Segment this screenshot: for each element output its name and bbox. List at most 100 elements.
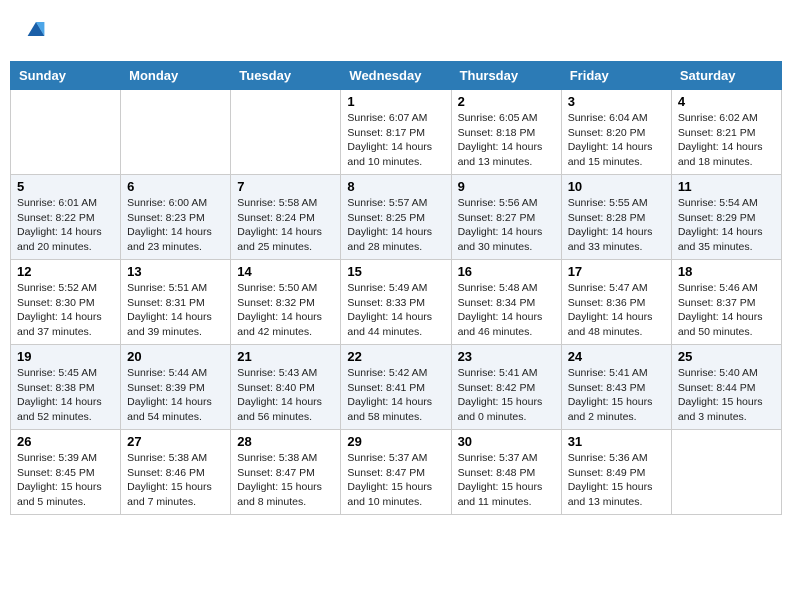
day-number: 27 bbox=[127, 434, 224, 449]
day-number: 17 bbox=[568, 264, 665, 279]
calendar-cell: 25 Sunrise: 5:40 AM Sunset: 8:44 PM Dayli… bbox=[671, 345, 781, 430]
day-info: Sunrise: 5:56 AM Sunset: 8:27 PM Dayligh… bbox=[458, 196, 555, 255]
day-number: 28 bbox=[237, 434, 334, 449]
day-number: 25 bbox=[678, 349, 775, 364]
day-info: Sunrise: 5:41 AM Sunset: 8:42 PM Dayligh… bbox=[458, 366, 555, 425]
calendar-cell: 30 Sunrise: 5:37 AM Sunset: 8:48 PM Dayli… bbox=[451, 430, 561, 515]
calendar-cell: 11 Sunrise: 5:54 AM Sunset: 8:29 PM Dayli… bbox=[671, 175, 781, 260]
day-number: 8 bbox=[347, 179, 444, 194]
calendar-cell: 27 Sunrise: 5:38 AM Sunset: 8:46 PM Dayli… bbox=[121, 430, 231, 515]
day-info: Sunrise: 5:47 AM Sunset: 8:36 PM Dayligh… bbox=[568, 281, 665, 340]
logo-icon bbox=[22, 15, 50, 43]
weekday-header: Monday bbox=[121, 62, 231, 90]
day-info: Sunrise: 5:55 AM Sunset: 8:28 PM Dayligh… bbox=[568, 196, 665, 255]
calendar-cell: 8 Sunrise: 5:57 AM Sunset: 8:25 PM Daylig… bbox=[341, 175, 451, 260]
calendar-week-row: 19 Sunrise: 5:45 AM Sunset: 8:38 PM Dayli… bbox=[11, 345, 782, 430]
day-number: 10 bbox=[568, 179, 665, 194]
calendar-cell bbox=[231, 90, 341, 175]
day-info: Sunrise: 5:41 AM Sunset: 8:43 PM Dayligh… bbox=[568, 366, 665, 425]
calendar-cell: 24 Sunrise: 5:41 AM Sunset: 8:43 PM Dayli… bbox=[561, 345, 671, 430]
day-info: Sunrise: 6:04 AM Sunset: 8:20 PM Dayligh… bbox=[568, 111, 665, 170]
day-info: Sunrise: 5:42 AM Sunset: 8:41 PM Dayligh… bbox=[347, 366, 444, 425]
day-info: Sunrise: 5:48 AM Sunset: 8:34 PM Dayligh… bbox=[458, 281, 555, 340]
day-info: Sunrise: 5:36 AM Sunset: 8:49 PM Dayligh… bbox=[568, 451, 665, 510]
day-number: 13 bbox=[127, 264, 224, 279]
day-info: Sunrise: 5:46 AM Sunset: 8:37 PM Dayligh… bbox=[678, 281, 775, 340]
calendar-cell: 26 Sunrise: 5:39 AM Sunset: 8:45 PM Dayli… bbox=[11, 430, 121, 515]
calendar-cell: 6 Sunrise: 6:00 AM Sunset: 8:23 PM Daylig… bbox=[121, 175, 231, 260]
day-info: Sunrise: 5:50 AM Sunset: 8:32 PM Dayligh… bbox=[237, 281, 334, 340]
day-number: 11 bbox=[678, 179, 775, 194]
calendar-cell: 16 Sunrise: 5:48 AM Sunset: 8:34 PM Dayli… bbox=[451, 260, 561, 345]
day-info: Sunrise: 6:05 AM Sunset: 8:18 PM Dayligh… bbox=[458, 111, 555, 170]
day-number: 30 bbox=[458, 434, 555, 449]
logo bbox=[20, 15, 52, 48]
calendar-cell: 29 Sunrise: 5:37 AM Sunset: 8:47 PM Dayli… bbox=[341, 430, 451, 515]
calendar-cell: 3 Sunrise: 6:04 AM Sunset: 8:20 PM Daylig… bbox=[561, 90, 671, 175]
calendar-cell: 14 Sunrise: 5:50 AM Sunset: 8:32 PM Dayli… bbox=[231, 260, 341, 345]
weekday-header: Wednesday bbox=[341, 62, 451, 90]
day-number: 24 bbox=[568, 349, 665, 364]
calendar-cell: 10 Sunrise: 5:55 AM Sunset: 8:28 PM Dayli… bbox=[561, 175, 671, 260]
day-info: Sunrise: 6:01 AM Sunset: 8:22 PM Dayligh… bbox=[17, 196, 114, 255]
day-info: Sunrise: 5:40 AM Sunset: 8:44 PM Dayligh… bbox=[678, 366, 775, 425]
calendar-week-row: 26 Sunrise: 5:39 AM Sunset: 8:45 PM Dayli… bbox=[11, 430, 782, 515]
calendar-cell: 20 Sunrise: 5:44 AM Sunset: 8:39 PM Dayli… bbox=[121, 345, 231, 430]
day-info: Sunrise: 5:54 AM Sunset: 8:29 PM Dayligh… bbox=[678, 196, 775, 255]
calendar-week-row: 5Sunrise: 6:01 AM Sunset: 8:22 PM Daylig… bbox=[11, 175, 782, 260]
day-info: Sunrise: 5:37 AM Sunset: 8:47 PM Dayligh… bbox=[347, 451, 444, 510]
day-info: Sunrise: 5:39 AM Sunset: 8:45 PM Dayligh… bbox=[17, 451, 114, 510]
day-info: Sunrise: 6:07 AM Sunset: 8:17 PM Dayligh… bbox=[347, 111, 444, 170]
day-info: Sunrise: 5:37 AM Sunset: 8:48 PM Dayligh… bbox=[458, 451, 555, 510]
day-number: 31 bbox=[568, 434, 665, 449]
calendar-header-row: SundayMondayTuesdayWednesdayThursdayFrid… bbox=[11, 62, 782, 90]
calendar-cell: 21 Sunrise: 5:43 AM Sunset: 8:40 PM Dayli… bbox=[231, 345, 341, 430]
day-info: Sunrise: 5:52 AM Sunset: 8:30 PM Dayligh… bbox=[17, 281, 114, 340]
day-number: 23 bbox=[458, 349, 555, 364]
day-number: 16 bbox=[458, 264, 555, 279]
day-number: 18 bbox=[678, 264, 775, 279]
calendar-cell: 13 Sunrise: 5:51 AM Sunset: 8:31 PM Dayli… bbox=[121, 260, 231, 345]
calendar-cell bbox=[121, 90, 231, 175]
day-info: Sunrise: 5:43 AM Sunset: 8:40 PM Dayligh… bbox=[237, 366, 334, 425]
calendar-cell: 2 Sunrise: 6:05 AM Sunset: 8:18 PM Daylig… bbox=[451, 90, 561, 175]
day-info: Sunrise: 5:45 AM Sunset: 8:38 PM Dayligh… bbox=[17, 366, 114, 425]
calendar-cell: 17 Sunrise: 5:47 AM Sunset: 8:36 PM Dayli… bbox=[561, 260, 671, 345]
calendar-cell: 22 Sunrise: 5:42 AM Sunset: 8:41 PM Dayli… bbox=[341, 345, 451, 430]
day-info: Sunrise: 6:02 AM Sunset: 8:21 PM Dayligh… bbox=[678, 111, 775, 170]
day-info: Sunrise: 5:38 AM Sunset: 8:47 PM Dayligh… bbox=[237, 451, 334, 510]
day-info: Sunrise: 5:49 AM Sunset: 8:33 PM Dayligh… bbox=[347, 281, 444, 340]
day-number: 19 bbox=[17, 349, 114, 364]
day-number: 2 bbox=[458, 94, 555, 109]
calendar-cell: 19 Sunrise: 5:45 AM Sunset: 8:38 PM Dayli… bbox=[11, 345, 121, 430]
day-info: Sunrise: 5:51 AM Sunset: 8:31 PM Dayligh… bbox=[127, 281, 224, 340]
calendar-cell: 7Sunrise: 5:58 AM Sunset: 8:24 PM Daylig… bbox=[231, 175, 341, 260]
day-info: Sunrise: 6:00 AM Sunset: 8:23 PM Dayligh… bbox=[127, 196, 224, 255]
day-number: 1 bbox=[347, 94, 444, 109]
day-info: Sunrise: 5:57 AM Sunset: 8:25 PM Dayligh… bbox=[347, 196, 444, 255]
weekday-header: Friday bbox=[561, 62, 671, 90]
calendar-cell bbox=[11, 90, 121, 175]
day-info: Sunrise: 5:44 AM Sunset: 8:39 PM Dayligh… bbox=[127, 366, 224, 425]
day-number: 7 bbox=[237, 179, 334, 194]
day-number: 6 bbox=[127, 179, 224, 194]
calendar-cell: 18 Sunrise: 5:46 AM Sunset: 8:37 PM Dayli… bbox=[671, 260, 781, 345]
day-number: 29 bbox=[347, 434, 444, 449]
day-number: 21 bbox=[237, 349, 334, 364]
day-number: 14 bbox=[237, 264, 334, 279]
calendar-cell: 28 Sunrise: 5:38 AM Sunset: 8:47 PM Dayli… bbox=[231, 430, 341, 515]
calendar-cell: 31 Sunrise: 5:36 AM Sunset: 8:49 PM Dayli… bbox=[561, 430, 671, 515]
day-number: 4 bbox=[678, 94, 775, 109]
calendar-week-row: 12Sunrise: 5:52 AM Sunset: 8:30 PM Dayli… bbox=[11, 260, 782, 345]
calendar-cell: 23 Sunrise: 5:41 AM Sunset: 8:42 PM Dayli… bbox=[451, 345, 561, 430]
day-number: 22 bbox=[347, 349, 444, 364]
day-number: 20 bbox=[127, 349, 224, 364]
page-header bbox=[10, 10, 782, 53]
day-number: 9 bbox=[458, 179, 555, 194]
day-number: 3 bbox=[568, 94, 665, 109]
day-number: 15 bbox=[347, 264, 444, 279]
calendar-cell: 12Sunrise: 5:52 AM Sunset: 8:30 PM Dayli… bbox=[11, 260, 121, 345]
calendar-cell: 5Sunrise: 6:01 AM Sunset: 8:22 PM Daylig… bbox=[11, 175, 121, 260]
day-number: 26 bbox=[17, 434, 114, 449]
day-info: Sunrise: 5:38 AM Sunset: 8:46 PM Dayligh… bbox=[127, 451, 224, 510]
